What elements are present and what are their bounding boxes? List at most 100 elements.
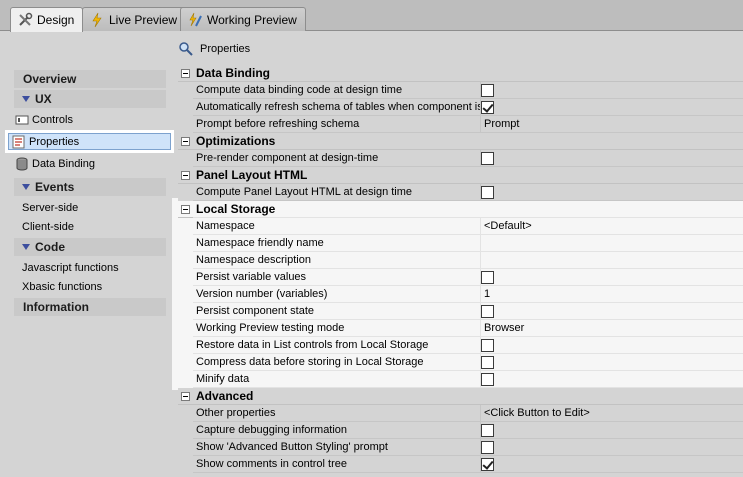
nav-item-controls[interactable]: Controls xyxy=(15,112,73,128)
property-checkbox[interactable] xyxy=(481,101,494,114)
property-row[interactable]: Compute data binding code at design time xyxy=(178,82,743,99)
nav-item-javascript-functions[interactable]: Javascript functions xyxy=(22,260,119,276)
row-gutter xyxy=(178,354,193,371)
tab-label: Live Preview xyxy=(109,12,178,27)
property-checkbox[interactable] xyxy=(481,356,494,369)
group-data-binding: Data Binding xyxy=(178,65,743,82)
property-name: Namespace friendly name xyxy=(193,235,481,252)
row-gutter xyxy=(178,82,193,99)
collapse-icon[interactable] xyxy=(181,171,190,180)
nav-section-information[interactable]: Information xyxy=(14,298,166,316)
database-icon xyxy=(15,157,29,171)
property-row[interactable]: Show 'Advanced Button Styling' prompt xyxy=(178,439,743,456)
property-checkbox[interactable] xyxy=(481,441,494,454)
row-gutter xyxy=(178,218,193,235)
property-value[interactable]: <Default> xyxy=(481,218,743,235)
property-value xyxy=(481,99,743,116)
property-row[interactable]: Prompt before refreshing schema Prompt xyxy=(178,116,743,133)
property-row[interactable]: Namespace friendly name xyxy=(178,235,743,252)
tab-label: Design xyxy=(37,13,75,27)
row-gutter xyxy=(178,184,193,201)
property-name: Capture debugging information xyxy=(193,422,481,439)
property-row[interactable]: Persist component state xyxy=(178,303,743,320)
property-name: Minify data xyxy=(193,371,481,388)
row-gutter xyxy=(178,337,193,354)
row-gutter xyxy=(178,252,193,269)
property-checkbox[interactable] xyxy=(481,424,494,437)
property-value xyxy=(481,82,743,99)
lightning-icon xyxy=(89,12,105,28)
row-gutter xyxy=(178,320,193,337)
property-value[interactable]: 1 xyxy=(481,286,743,303)
collapse-icon[interactable] xyxy=(181,205,190,214)
property-checkbox[interactable] xyxy=(481,84,494,97)
nav-item-server-side[interactable]: Server-side xyxy=(22,200,78,216)
property-row[interactable]: Show comments in control tree xyxy=(178,456,743,473)
property-grid: Data Binding Compute data binding code at… xyxy=(178,65,743,477)
property-row[interactable]: Pre-render component at design-time xyxy=(178,150,743,167)
property-name: Persist variable values xyxy=(193,269,481,286)
property-name: Namespace description xyxy=(193,252,481,269)
property-checkbox[interactable] xyxy=(481,373,494,386)
property-name: Show 'Advanced Button Styling' prompt xyxy=(193,439,481,456)
property-checkbox[interactable] xyxy=(481,339,494,352)
row-gutter xyxy=(178,456,193,473)
property-row[interactable]: Capture debugging information xyxy=(178,422,743,439)
nav-item-properties[interactable]: Properties xyxy=(5,130,174,153)
property-value[interactable]: <Click Button to Edit> xyxy=(481,405,743,422)
property-checkbox[interactable] xyxy=(481,152,494,165)
group-local-storage: Local Storage xyxy=(178,201,743,218)
property-row[interactable]: Persist variable values xyxy=(178,269,743,286)
nav-section-events[interactable]: Events xyxy=(14,178,166,196)
nav-section-code[interactable]: Code xyxy=(14,238,166,256)
nav-section-ux[interactable]: UX xyxy=(14,90,166,108)
row-gutter xyxy=(178,371,193,388)
tab-design[interactable]: Design xyxy=(10,7,84,32)
nav-item-client-side[interactable]: Client-side xyxy=(22,219,74,235)
row-gutter xyxy=(178,405,193,422)
property-name: Restore data in List controls from Local… xyxy=(193,337,481,354)
row-gutter xyxy=(178,116,193,133)
page-title: Properties xyxy=(178,39,250,59)
property-name: Automatically refresh schema of tables w… xyxy=(193,99,481,116)
property-row[interactable]: Version number (variables) 1 xyxy=(178,286,743,303)
collapse-icon[interactable] xyxy=(181,69,190,78)
property-checkbox[interactable] xyxy=(481,458,494,471)
collapse-icon[interactable] xyxy=(181,392,190,401)
nav-item-data-binding[interactable]: Data Binding xyxy=(16,156,95,172)
tab-live-preview[interactable]: Live Preview xyxy=(82,7,187,31)
property-value[interactable] xyxy=(481,252,743,269)
property-row[interactable]: Automatically refresh schema of tables w… xyxy=(178,99,743,116)
controls-icon xyxy=(15,113,29,127)
tools-icon xyxy=(17,12,33,28)
property-row[interactable]: Minify data xyxy=(178,371,743,388)
collapse-icon[interactable] xyxy=(181,137,190,146)
nav-section-overview[interactable]: Overview xyxy=(14,70,166,88)
page-title-label: Properties xyxy=(200,43,251,55)
row-gutter xyxy=(178,422,193,439)
property-row[interactable]: Namespace description xyxy=(178,252,743,269)
property-value xyxy=(481,269,743,286)
property-row[interactable]: Other properties <Click Button to Edit> xyxy=(178,405,743,422)
property-row[interactable]: Compute Panel Layout HTML at design time xyxy=(178,184,743,201)
tab-working-preview[interactable]: Working Preview xyxy=(180,7,306,31)
property-name: Namespace xyxy=(193,218,481,235)
property-row[interactable]: Compress data before storing in Local St… xyxy=(178,354,743,371)
property-row[interactable]: Namespace <Default> xyxy=(178,218,743,235)
property-checkbox[interactable] xyxy=(481,271,494,284)
property-name: Compute Panel Layout HTML at design time xyxy=(193,184,481,201)
property-row[interactable]: Working Preview testing mode Browser xyxy=(178,320,743,337)
property-row[interactable]: Restore data in List controls from Local… xyxy=(178,337,743,354)
tab-label: Working Preview xyxy=(207,12,297,27)
property-checkbox[interactable] xyxy=(481,186,494,199)
property-checkbox[interactable] xyxy=(481,305,494,318)
property-value[interactable]: Browser xyxy=(481,320,743,337)
property-value[interactable] xyxy=(481,235,743,252)
group-title: Data Binding xyxy=(193,65,743,82)
property-value[interactable]: Prompt xyxy=(481,116,743,133)
group-title: Panel Layout HTML xyxy=(193,167,743,184)
group-panel-layout: Panel Layout HTML xyxy=(178,167,743,184)
group-gutter xyxy=(178,65,193,82)
group-title: Optimizations xyxy=(193,133,743,150)
nav-item-xbasic-functions[interactable]: Xbasic functions xyxy=(22,279,102,295)
